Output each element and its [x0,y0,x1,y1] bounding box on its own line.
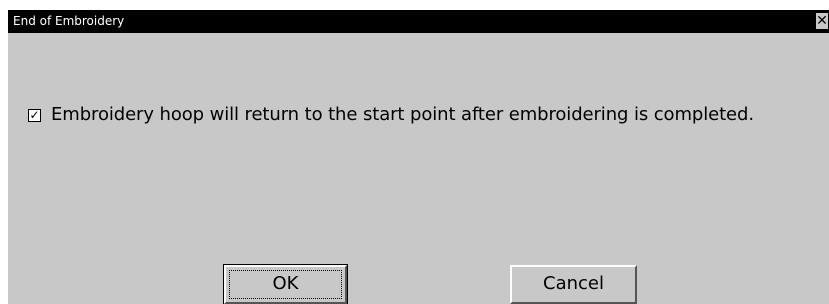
ok-button-label: OK [272,273,299,294]
return-to-start-option[interactable]: ✓ Embroidery hoop will return to the sta… [28,103,754,127]
ok-button[interactable]: OK [223,264,348,304]
check-mark-icon: ✓ [29,107,40,122]
return-to-start-checkbox[interactable]: ✓ [28,107,41,122]
close-icon[interactable]: ✕ [816,13,828,29]
return-to-start-label[interactable]: Embroidery hoop will return to the start… [51,104,754,126]
cancel-button[interactable]: Cancel [510,265,637,304]
dialog-title: End of Embroidery [13,14,125,28]
cancel-button-label: Cancel [543,273,604,294]
title-bar[interactable]: End of Embroidery ✕ [8,10,829,33]
end-of-embroidery-dialog: End of Embroidery ✕ ✓ Embroidery hoop wi… [8,10,829,304]
